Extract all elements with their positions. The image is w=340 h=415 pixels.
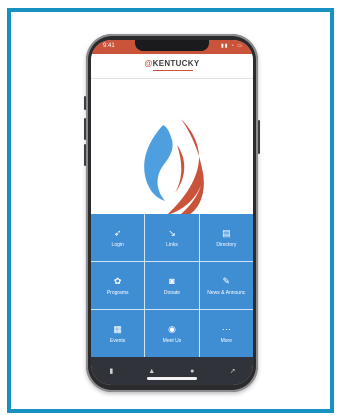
menu-tile-login[interactable]: ➶ Login [91,214,145,261]
more-icon: ⋯ [221,323,231,334]
menu-tile-label: Events [110,337,126,344]
menu-grid: ➶ Login ↘ Links ▤ Directory ✿ Programs ◙ Donate ✎ N… [91,214,253,357]
logo-main: KENTUCKY [152,59,200,68]
status-icons: ▮▮ ◔ ▭ [220,43,243,49]
menu-tile-label: Donate [163,289,181,296]
home-icon[interactable]: ● [184,368,200,375]
menu-tile-label: More [220,337,233,344]
events-icon: ▦ [113,323,122,334]
phone-side-button [84,118,86,140]
phone-power-button [258,120,260,154]
programs-icon: ✿ [113,275,122,286]
menu-tile-label: Programs [106,289,129,296]
donate-icon: ◙ [169,275,175,286]
menu-tile-label: Links [166,241,178,248]
menu-tile-directory[interactable]: ▤ Directory [199,214,253,261]
flame-red-shape [167,119,204,221]
phone-notch [135,40,209,51]
logo-underline [153,70,193,71]
menu-icon[interactable]: ▮ [103,367,119,375]
meet-us-icon: ◉ [168,323,176,334]
share-icon[interactable]: ➚ [225,367,241,375]
phone-side-button [84,96,86,110]
login-icon: ➶ [113,227,122,238]
status-time: 9:41 [103,43,115,49]
link-icon: ↘ [168,227,176,238]
news-icon: ✎ [222,275,231,286]
directory-icon: ▤ [222,227,231,238]
notification-icon[interactable]: ▲ [144,368,160,375]
flame-blue-shape [144,125,173,201]
menu-tile-label: Login [111,241,124,248]
app-header: @KENTUCKY [91,54,253,79]
bottom-nav-bar: ▮ ▲ ● ➚ [91,357,253,385]
menu-tile-programs[interactable]: ✿ Programs [91,262,145,309]
app-logo: @KENTUCKY [91,59,253,68]
phone-side-button [84,144,86,166]
menu-tile-events[interactable]: ▦ Events [91,310,145,357]
menu-tile-more[interactable]: ⋯ More [199,310,253,357]
menu-tile-news-announc[interactable]: ✎ News & Announc [199,262,253,309]
logo-prefix: @ [144,59,153,68]
menu-tile-label: Meet Us [162,337,182,344]
menu-tile-meet-us[interactable]: ◉ Meet Us [145,310,199,357]
home-indicator[interactable] [147,377,197,380]
flame-logo [144,119,204,221]
menu-tile-links[interactable]: ↘ Links [145,214,199,261]
phone-screen: 9:41 ▮▮ ◔ ▭ @KENTUCKY ➶ Login ↘ Links ▤ Direc… [91,40,253,385]
menu-tile-label: Directory [216,241,237,248]
menu-tile-donate[interactable]: ◙ Donate [145,262,199,309]
menu-tile-label: News & Announc [207,289,246,296]
